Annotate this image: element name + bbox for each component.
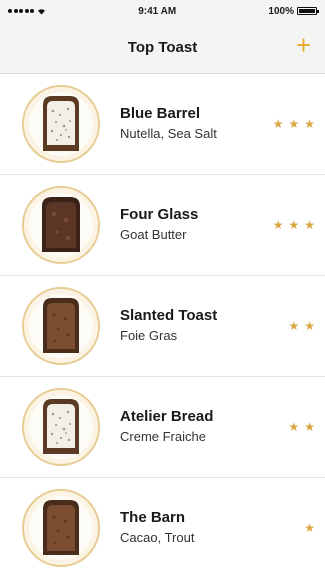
toast-image [22,388,100,466]
toast-topping: Foie Gras [120,328,178,343]
star-icon: ★ [272,117,284,131]
star-icon: ★ [304,521,315,535]
wifi-icon [38,8,45,15]
toast-name: Blue Barrel [120,105,201,122]
list-item[interactable]: Atelier Bread Creme Fraiche ★ ★ [0,377,325,478]
star-icon: ★ [288,319,300,333]
status-bar: 9:41 AM 100% [0,0,325,22]
navigation-bar: Top Toast + [0,22,325,74]
toast-image [22,489,100,567]
page-title: Top Toast [127,39,198,56]
star-icon: ★ [304,117,315,131]
toast-list: Blue Barrel Nutella, Sea Salt ★ ★ ★ Four Glas… [0,74,325,575]
battery-icon [297,7,319,15]
signal-icon [8,9,34,13]
status-time: 9:41 AM [138,5,177,17]
toast-topping: Goat Butter [120,227,187,242]
add-button[interactable]: + [296,32,311,58]
toast-name: Slanted Toast [120,307,218,324]
battery-percent: 100% [268,5,294,17]
toast-name: Four Glass [120,206,199,223]
rating-stars: ★ ★ ★ [273,218,315,232]
toast-image [22,186,100,264]
toast-name: The Barn [120,509,186,526]
rating-stars: ★ ★ [288,420,315,434]
rating-stars: ★ [304,521,315,535]
star-icon: ★ [304,319,315,333]
toast-topping: Nutella, Sea Salt [120,126,217,141]
star-icon: ★ [304,420,315,434]
toast-image [22,85,100,163]
rating-stars: ★ ★ ★ [273,117,315,131]
toast-topping: Cacao, Trout [120,530,195,545]
list-item[interactable]: Slanted Toast Foie Gras ★ ★ [0,276,325,377]
toast-name: Atelier Bread [120,408,214,425]
star-icon: ★ [288,420,300,434]
rating-stars: ★ ★ [288,319,315,333]
list-item[interactable]: Blue Barrel Nutella, Sea Salt ★ ★ ★ [0,74,325,175]
list-item[interactable]: Four Glass Goat Butter ★ ★ ★ [0,175,325,276]
star-icon: ★ [288,117,300,131]
signal-wifi [8,8,46,15]
list-item[interactable]: The Barn Cacao, Trout ★ [0,478,325,575]
toast-image [22,287,100,365]
star-icon: ★ [288,218,300,232]
star-icon: ★ [272,218,284,232]
star-icon: ★ [304,218,315,232]
toast-topping: Creme Fraiche [120,429,206,444]
